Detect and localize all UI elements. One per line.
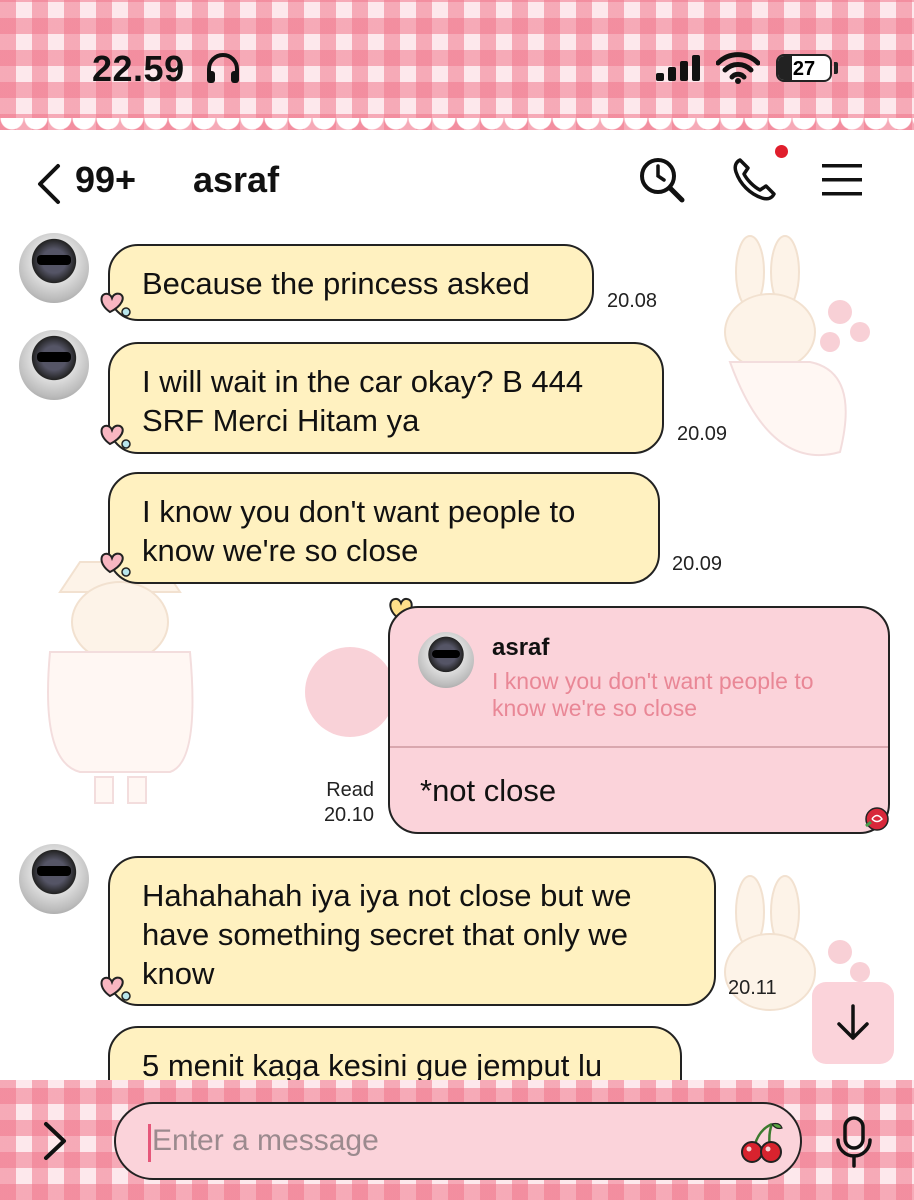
battery-tip — [834, 62, 838, 74]
notification-dot — [775, 145, 788, 158]
my-message-bubble[interactable]: asraf I know you don't want people to kn… — [388, 606, 890, 834]
menu-icon[interactable] — [822, 162, 862, 198]
phone-icon[interactable] — [730, 156, 778, 204]
reply-quoted-text[interactable]: I know you don't want people to know we'… — [492, 668, 872, 722]
signal-icon — [656, 55, 700, 81]
message-input-placeholder: Enter a message — [152, 1124, 379, 1157]
chat-title: asraf — [193, 159, 280, 200]
message-text: I will wait in the car okay? B 444 SRF M… — [142, 364, 584, 438]
message-bubble[interactable]: 5 menit kaga kesini gue jemput lu — [108, 1026, 682, 1080]
message-text: *not close — [420, 773, 557, 808]
heart-icon — [100, 552, 131, 577]
scallop-edge — [0, 118, 914, 142]
read-receipt: Read 20.10 — [310, 778, 374, 828]
arrow-down-icon — [837, 1004, 869, 1040]
headphones-icon — [207, 53, 239, 83]
message-time: 20.09 — [672, 553, 723, 575]
text-cursor — [148, 1124, 151, 1162]
message-input[interactable]: Enter a message — [114, 1102, 802, 1180]
expand-icon[interactable] — [42, 1120, 68, 1162]
microphone-icon[interactable] — [834, 1116, 874, 1168]
search-icon[interactable] — [638, 156, 686, 204]
battery-percent: 27 — [792, 58, 816, 80]
message-time: 20.08 — [607, 290, 658, 312]
unread-count[interactable]: 99+ — [75, 159, 136, 201]
message-bubble[interactable]: Hahahahah iya iya not close but we have … — [108, 856, 716, 1006]
message-bubble[interactable]: I know you don't want people to know we'… — [108, 472, 660, 584]
status-time: 22.59 — [92, 48, 185, 89]
chat-area[interactable]: Because the princess asked 20.08 I will … — [0, 222, 914, 1080]
heart-icon — [100, 976, 131, 1001]
status-bar: 22.59 27 — [0, 0, 914, 130]
message-text: 5 menit kaga kesini gue jemput lu — [142, 1048, 603, 1080]
message-text: Hahahahah iya iya not close but we have … — [142, 878, 632, 991]
avatar[interactable] — [19, 233, 89, 303]
avatar[interactable] — [19, 330, 89, 400]
message-text: Because the princess asked — [142, 266, 530, 301]
cherry-icon[interactable] — [738, 1118, 786, 1166]
message-time: 20.11 — [728, 977, 777, 999]
heart-icon — [100, 292, 131, 317]
message-text: I know you don't want people to know we'… — [142, 494, 576, 568]
scroll-down-button[interactable] — [812, 982, 894, 1064]
rose-icon — [865, 807, 889, 831]
reply-avatar — [418, 632, 474, 688]
message-bubble[interactable]: Because the princess asked — [108, 244, 594, 321]
wifi-icon — [716, 52, 760, 84]
heart-icon — [100, 424, 131, 449]
message-time: 20.10 — [323, 804, 374, 826]
reply-sender-name: asraf — [492, 634, 550, 661]
battery-icon: 27 — [776, 54, 832, 82]
avatar[interactable] — [19, 844, 89, 914]
input-bar: Enter a message — [0, 1080, 914, 1200]
reply-divider — [390, 746, 888, 748]
message-time: 20.09 — [677, 423, 728, 445]
message-bubble[interactable]: I will wait in the car okay? B 444 SRF M… — [108, 342, 664, 454]
read-label: Read — [326, 779, 374, 801]
chevron-left-icon[interactable] — [34, 162, 62, 206]
